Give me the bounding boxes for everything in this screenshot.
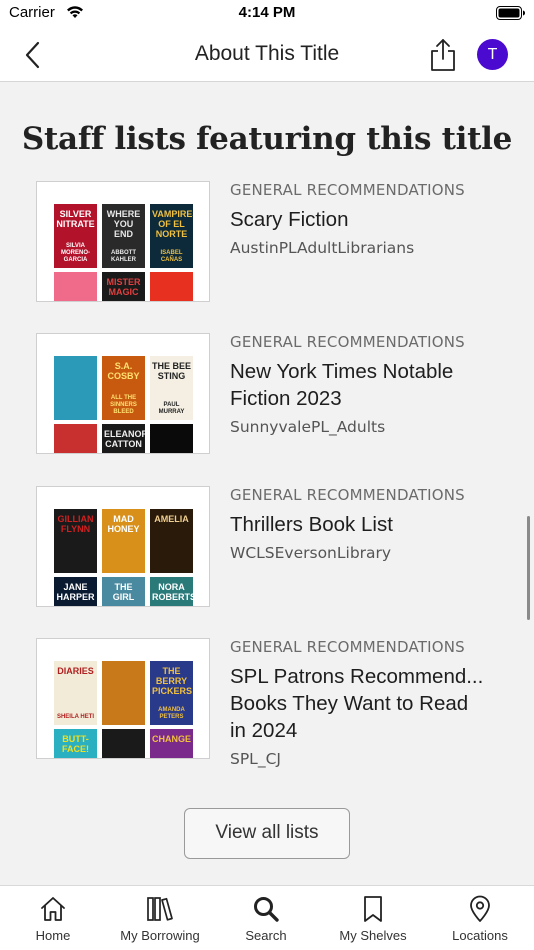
home-icon: [41, 897, 65, 921]
book-cover: BUTT-FACE!: [54, 729, 97, 758]
list-thumbnail[interactable]: GILLIAN FLYNN MAD HONEY AMELIA JANE HARPER T…: [36, 486, 210, 607]
book-cover-title: DIARIES: [57, 666, 94, 676]
book-cover: S.A. COSBY ALL THE SINNERS BLEED: [102, 356, 145, 420]
clock: 4:14 PM: [238, 4, 296, 21]
battery-icon: [496, 6, 525, 20]
book-cover: SILVER NITRATE SILVIA MORENO-GARCIA: [54, 204, 97, 268]
book-cover: DIARIES SHEILA HETI: [54, 661, 97, 725]
list-thumbnail[interactable]: S.A. COSBY ALL THE SINNERS BLEED THE BEE S…: [36, 333, 210, 454]
book-cover-title: WHERE YOU END: [106, 209, 141, 239]
tab-label: My Shelves: [339, 928, 407, 943]
tab-bar: Home My Borrowing Search My Shelves Loca…: [0, 885, 534, 950]
book-cover: WHERE YOU END ABBOTT KAHLER: [102, 204, 145, 268]
book-cover-title: THE BERRY PICKERS: [152, 666, 193, 696]
tab-label: Home: [35, 928, 71, 943]
book-cover: AMELIA: [150, 509, 193, 573]
list-author: AustinPLAdultLibrarians: [230, 239, 415, 257]
list-thumbnail[interactable]: SILVER NITRATE SILVIA MORENO-GARCIA WHERE …: [36, 181, 210, 302]
book-cover-author: ALL THE SINNERS BLEED: [110, 395, 137, 415]
list-category: GENERAL RECOMMENDATIONS: [230, 333, 465, 351]
tab-search[interactable]: Search: [213, 886, 319, 950]
book-cover-title: AMELIA: [154, 514, 189, 524]
book-cover-author: SHEILA HETI: [56, 714, 95, 720]
list-author: WCLSEversonLibrary: [230, 544, 392, 562]
book-cover: [102, 661, 145, 725]
bookmark-icon: [364, 896, 382, 922]
book-cover: JANE HARPER: [54, 577, 97, 606]
list-category: GENERAL RECOMMENDATIONS: [230, 486, 465, 504]
book-cover: [54, 356, 97, 420]
tab-locations[interactable]: Locations: [427, 886, 533, 950]
list-author: SPL_CJ: [230, 750, 281, 768]
book-cover: [150, 272, 193, 301]
list-title[interactable]: Books They Want to Read: [230, 690, 506, 717]
book-cover: THE BEE STING PAUL MURRAY: [150, 356, 193, 420]
book-cover: NORA ROBERTS: [150, 577, 193, 606]
book-cover-title: S.A. COSBY: [107, 361, 140, 381]
map-pin-icon: [470, 895, 490, 922]
book-cover-title: VAMPIRES OF EL NORTE: [152, 209, 193, 239]
book-cover-title: CHANGE: [152, 734, 192, 744]
book-cover: GILLIAN FLYNN: [54, 509, 97, 573]
tab-my-borrowing[interactable]: My Borrowing: [107, 886, 213, 950]
book-cover: ELEANOR CATTON: [102, 424, 145, 453]
book-cover-title: ELEANOR CATTON: [104, 429, 145, 449]
book-cover-title: BUTT-FACE!: [62, 734, 89, 754]
list-title[interactable]: Thrillers Book List: [230, 511, 506, 538]
list-thumbnail[interactable]: DIARIES SHEILA HETI THE BERRY PICKERS AMAND…: [36, 638, 210, 759]
book-cover-author: PAUL MURRAY: [158, 402, 185, 415]
book-cover-author: ABBOTT KAHLER: [111, 250, 136, 263]
book-cover: [54, 424, 97, 453]
tab-label: Search: [245, 928, 287, 943]
tab-my-shelves[interactable]: My Shelves: [320, 886, 426, 950]
book-cover-title: THE BEE STING: [152, 361, 192, 381]
book-cover-title: GILLIAN FLYNN: [57, 514, 94, 534]
scroll-indicator[interactable]: [527, 516, 530, 620]
list-title[interactable]: New York Times Notable: [230, 358, 506, 385]
book-cover: VAMPIRES OF EL NORTE ISABEL CAÑAS: [150, 204, 193, 268]
content-scroll-area[interactable]: Staff lists featuring this title SILVER …: [0, 83, 534, 885]
book-cover-author: ISABEL CAÑAS: [160, 250, 183, 263]
tab-label: Locations: [452, 928, 508, 943]
book-cover: THE BERRY PICKERS AMANDA PETERS: [150, 661, 193, 725]
book-cover: [54, 272, 97, 301]
book-cover-title: THE GIRL: [112, 582, 135, 602]
list-title[interactable]: in 2024: [230, 717, 506, 744]
list-title[interactable]: Fiction 2023: [230, 385, 506, 412]
book-cover-title: NORA ROBERTS: [152, 582, 193, 602]
share-icon[interactable]: [428, 38, 458, 72]
book-cover-author: AMANDA PETERS: [158, 707, 185, 720]
list-title[interactable]: Scary Fiction: [230, 206, 506, 233]
book-cover: THE GIRL: [102, 577, 145, 606]
view-all-lists-button[interactable]: View all lists: [184, 808, 350, 859]
avatar[interactable]: T: [477, 39, 508, 70]
book-cover: MAD HONEY: [102, 509, 145, 573]
book-cover: [102, 729, 145, 758]
list-author: SunnyvalePL_Adults: [230, 418, 386, 436]
list-category: GENERAL RECOMMENDATIONS: [230, 638, 465, 656]
book-cover-title: MISTER MAGIC: [106, 277, 141, 297]
books-icon: [147, 897, 173, 921]
list-category: GENERAL RECOMMENDATIONS: [230, 181, 465, 199]
tab-home[interactable]: Home: [0, 886, 106, 950]
list-title[interactable]: SPL Patrons Recommend...: [230, 663, 506, 690]
book-cover-title: MAD HONEY: [107, 514, 140, 534]
book-cover-title: JANE HARPER: [56, 582, 95, 602]
book-cover: CHANGE: [150, 729, 193, 758]
book-cover-author: SILVIA MORENO-GARCIA: [61, 243, 90, 263]
navigation-bar: About This Title T: [0, 28, 534, 82]
book-cover-title: SILVER NITRATE: [56, 209, 95, 229]
book-cover: [150, 424, 193, 453]
search-icon: [254, 897, 279, 922]
book-cover: MISTER MAGIC: [102, 272, 145, 301]
section-title: Staff lists featuring this title: [21, 121, 513, 157]
tab-label: My Borrowing: [120, 928, 200, 943]
status-bar: Carrier 4:14 PM: [0, 0, 534, 28]
